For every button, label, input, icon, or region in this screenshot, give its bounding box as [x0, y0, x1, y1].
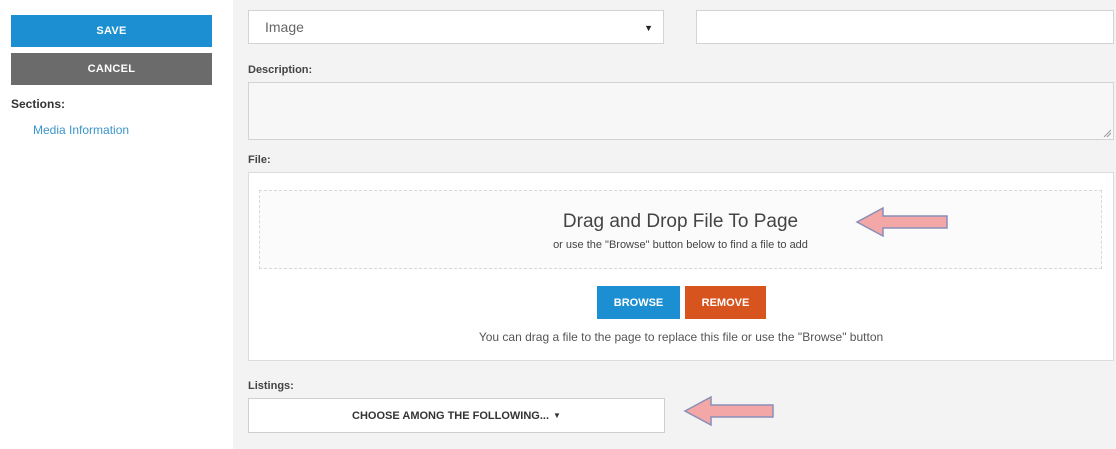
dropzone-title: Drag and Drop File To Page	[562, 211, 799, 232]
save-button[interactable]: SAVE	[11, 15, 212, 47]
listings-button-label: CHOOSE AMONG THE FOLLOWING...	[352, 409, 550, 422]
cancel-button[interactable]: CANCEL	[11, 53, 212, 85]
caret-down-icon: ▼	[644, 23, 653, 33]
remove-button[interactable]: REMOVE	[685, 286, 766, 319]
description-textarea[interactable]	[248, 82, 1114, 140]
file-help-text: You can drag a file to the page to repla…	[478, 330, 884, 344]
media-type-value: Image	[265, 19, 304, 35]
listings-dropdown-button[interactable]: CHOOSE AMONG THE FOLLOWING... ▼	[248, 398, 665, 433]
file-label: File:	[248, 154, 271, 166]
sidebar: SAVE CANCEL Sections: Media Information	[0, 0, 228, 449]
sections-label: Sections:	[11, 97, 66, 111]
browse-button[interactable]: BROWSE	[597, 286, 680, 319]
main-panel: Image ▼ Description: File: Drag and Drop…	[233, 0, 1116, 449]
file-upload-panel: Drag and Drop File To Page or use the "B…	[248, 172, 1114, 361]
left-arrow-annotation	[683, 395, 774, 427]
secondary-input[interactable]	[696, 10, 1114, 44]
sidebar-item-media-information[interactable]: Media Information	[33, 123, 129, 137]
description-label: Description:	[248, 64, 313, 76]
left-arrow-annotation	[855, 206, 948, 238]
resize-grip-icon[interactable]	[1103, 129, 1111, 137]
listings-label: Listings:	[248, 380, 294, 392]
caret-down-icon: ▼	[553, 411, 561, 420]
dropzone-subtitle: or use the "Browse" button below to find…	[553, 239, 808, 251]
media-type-select[interactable]: Image ▼	[248, 10, 664, 44]
file-dropzone[interactable]: Drag and Drop File To Page or use the "B…	[259, 190, 1102, 269]
